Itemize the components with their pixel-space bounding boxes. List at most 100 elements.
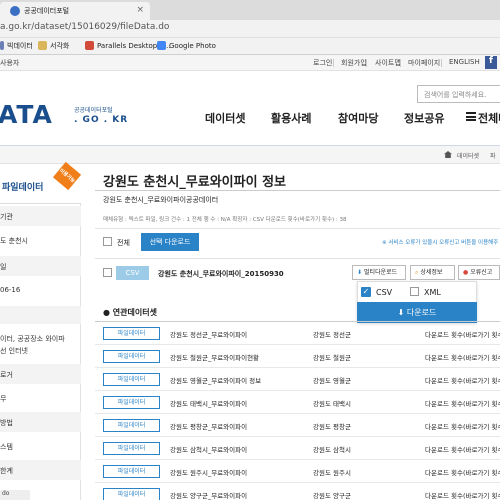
- search-input[interactable]: 검색어를 입력하세요.: [417, 85, 500, 103]
- related-dataset-name[interactable]: 강원도 철원군_무료와이파이현황: [170, 352, 259, 362]
- related-dataset-count: 다운로드 횟수(바로가기 횟수: [425, 400, 500, 408]
- util-user-label: 사용자: [0, 59, 20, 67]
- related-dataset-name[interactable]: 강원도 정선군_무료와이파이: [170, 329, 247, 339]
- related-dataset-org: 강원도 영월군: [313, 377, 351, 385]
- signup-link[interactable]: 회원가입: [341, 58, 367, 68]
- mypage-link[interactable]: 마이페이지: [408, 58, 440, 68]
- browser-status-bar: do: [0, 490, 30, 500]
- file-data-button[interactable]: 파일데이터: [103, 373, 160, 386]
- xml-checkbox[interactable]: [410, 287, 419, 296]
- file-format-badge: CSV: [116, 266, 149, 280]
- browser-tab[interactable]: 공공데이터포털 ×: [0, 2, 150, 20]
- bullet-icon: ●: [103, 308, 113, 317]
- divider: [400, 59, 401, 67]
- divider: [95, 258, 500, 259]
- dropdown-download-button[interactable]: ⬇ 다운로드: [357, 302, 477, 323]
- tab-close-icon[interactable]: ×: [136, 5, 144, 15]
- nav-use-cases[interactable]: 활용사례: [271, 110, 311, 126]
- breadcrumb: [0, 146, 500, 164]
- bookmark-item[interactable]: 빅데이터: [0, 41, 33, 51]
- table-row: 파일데이터 강원도 영월군_무료와이파이 정보 강원도 영월군 다운로드 횟수(…: [95, 368, 500, 391]
- csv-checkbox[interactable]: ✓: [361, 287, 371, 297]
- login-link[interactable]: 로그인: [313, 58, 332, 68]
- file-data-button[interactable]: 파일데이터: [103, 396, 160, 409]
- divider: [441, 59, 442, 67]
- file-data-button[interactable]: 파일데이터: [103, 488, 160, 500]
- select-download-button[interactable]: 선택 다운로드: [141, 233, 199, 251]
- table-row: 파일데이터 강원도 원주시_무료와이파이 강원도 원주시 다운로드 횟수(바로가…: [95, 460, 500, 483]
- sidebar-row: 06-16: [0, 286, 21, 294]
- nav-info-share[interactable]: 정보공유: [404, 110, 444, 126]
- file-data-button[interactable]: 파일데이터: [103, 327, 160, 340]
- file-data-button[interactable]: 파일데이터: [103, 419, 160, 432]
- related-dataset-count: 다운로드 횟수(바로가기 횟수: [425, 492, 500, 500]
- nav-all-menu[interactable]: 전체메: [478, 110, 500, 126]
- download-icon: ⬇: [397, 308, 407, 317]
- multi-download-button[interactable]: ⬇ 멀티다운로드: [352, 265, 406, 280]
- address-url[interactable]: a.go.kr/dataset/15016029/fileData.do: [0, 22, 169, 32]
- search-icon: ⌕: [415, 269, 419, 276]
- bookmark-item[interactable]: 서각화: [38, 41, 69, 51]
- related-dataset-name[interactable]: 강원도 양구군_무료와이파이: [170, 490, 247, 500]
- sidebar-row: 로거: [0, 364, 81, 384]
- breadcrumb-item[interactable]: 파: [490, 151, 496, 160]
- related-dataset-org: 강원도 태백시: [313, 400, 351, 408]
- xml-option-label[interactable]: XML: [424, 288, 441, 297]
- table-row: 파일데이터 강원도 삼척시_무료와이파이 강원도 삼척시 다운로드 횟수(바로가…: [95, 437, 500, 460]
- related-dataset-name[interactable]: 강원도 영월군_무료와이파이 정보: [170, 375, 261, 385]
- table-row: 파일데이터 강원도 태백시_무료와이파이 강원도 태백시 다운로드 횟수(바로가…: [95, 391, 500, 414]
- file-name[interactable]: 강원도 춘천시_무료와이파이_20150930: [158, 269, 284, 279]
- sidebar-row: 이터, 공공장소 와이파 선 인터넷: [0, 335, 65, 355]
- file-data-button[interactable]: 파일데이터: [103, 465, 160, 478]
- bookmark-folder-icon: [38, 41, 47, 50]
- detail-info-button[interactable]: ⌕ 상세정보: [410, 265, 455, 280]
- nav-dataset[interactable]: 데이터셋: [205, 110, 245, 126]
- related-dataset-count: 다운로드 횟수(바로가기 횟수: [425, 377, 500, 385]
- tab-title: 공공데이터포털: [24, 7, 70, 15]
- breadcrumb-item[interactable]: 데이터셋: [457, 151, 479, 160]
- related-dataset-count: 다운로드 횟수(바로가기 횟수: [425, 469, 500, 477]
- google-icon: [157, 41, 166, 50]
- nav-participation[interactable]: 참여마당: [338, 110, 378, 126]
- csv-option-label[interactable]: CSV: [376, 288, 392, 297]
- file-data-button[interactable]: 파일데이터: [103, 442, 160, 455]
- sidebar-row: 일: [0, 256, 81, 276]
- parallels-icon: [85, 41, 94, 50]
- sitemap-link[interactable]: 사이트맵: [375, 58, 401, 68]
- menu-icon[interactable]: [466, 112, 476, 121]
- select-all-label: 전체: [117, 239, 130, 247]
- browser-tab-bar: 공공데이터포털 ×: [0, 0, 500, 20]
- facebook-icon[interactable]: f: [485, 56, 497, 69]
- address-bar[interactable]: a.go.kr/dataset/15016029/fileData.do: [0, 20, 500, 38]
- table-row: 파일데이터 강원도 철원군_무료와이파이현황 강원도 철원군 다운로드 횟수(바…: [95, 345, 500, 368]
- related-dataset-org: 강원도 평창군: [313, 423, 351, 431]
- sidebar-row: [0, 306, 81, 324]
- related-dataset-org: 강원도 양구군: [313, 492, 351, 500]
- divider: [366, 59, 367, 67]
- page-title: 강원도 춘천시_무료와이파이 정보: [103, 175, 286, 190]
- related-dataset-name[interactable]: 강원도 원주시_무료와이파이: [170, 467, 247, 477]
- related-dataset-name[interactable]: 강원도 삼척시_무료와이파이: [170, 444, 247, 454]
- bookmark-item[interactable]: Google Photo: [157, 41, 216, 50]
- select-all-checkbox[interactable]: [103, 237, 112, 246]
- related-dataset-org: 강원도 철원군: [313, 354, 351, 362]
- file-data-button[interactable]: 파일데이터: [103, 350, 160, 363]
- error-report-button[interactable]: ● 오류신고: [458, 265, 500, 280]
- sidebar-row: 기관: [0, 206, 81, 226]
- sidebar-row: 무: [0, 395, 7, 403]
- related-dataset-count: 다운로드 횟수(바로가기 횟수: [425, 446, 500, 454]
- site-logo[interactable]: ATA: [0, 100, 53, 129]
- table-row: 파일데이터 강원도 양구군_무료와이파이 강원도 양구군 다운로드 횟수(바로가…: [95, 483, 500, 500]
- error-report-notice: ※ 서비스 오류가 있을시 오류신고 버튼을 이용해주: [382, 240, 499, 246]
- related-dataset-count: 다운로드 횟수(바로가기 횟수: [425, 423, 500, 431]
- file-checkbox[interactable]: [103, 268, 112, 277]
- english-link[interactable]: ENGLISH: [449, 58, 480, 66]
- table-row: 파일데이터 강원도 정선군_무료와이파이 강원도 정선군 다운로드 횟수(바로가…: [95, 322, 500, 345]
- sidebar-row: 스템: [0, 443, 13, 451]
- related-dataset-name[interactable]: 강원도 평창군_무료와이파이: [170, 421, 247, 431]
- sidebar-row: 방법: [0, 412, 81, 432]
- sidebar-title: 파일데이터: [2, 183, 44, 193]
- utility-bar: 사용자 로그인 회원가입 사이트맵 마이페이지 ENGLISH: [0, 55, 500, 71]
- sidebar-row: 한계: [0, 460, 81, 480]
- related-dataset-name[interactable]: 강원도 태백시_무료와이파이: [170, 398, 247, 408]
